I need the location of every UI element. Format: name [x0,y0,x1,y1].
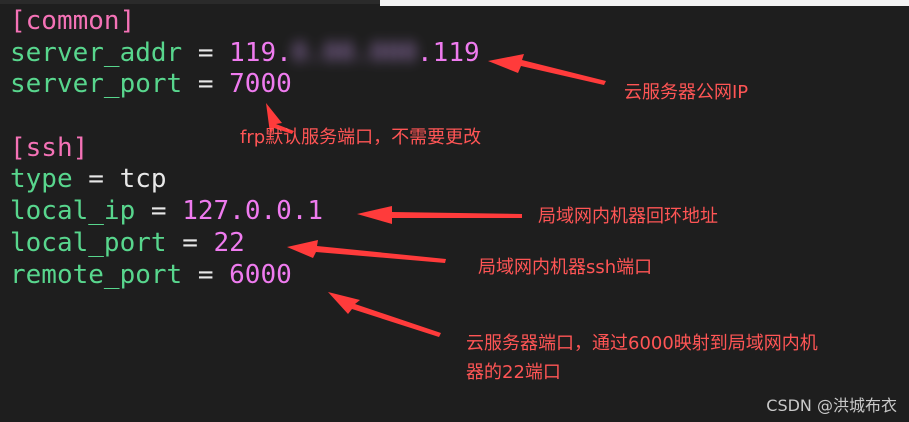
section-header-ssh: [ssh] [10,132,89,163]
arrow-public-ip [488,54,606,85]
line-remote-port: remote_port = 6000 [10,260,480,292]
annotation-remote-port-line2: 器的22端口 [466,362,561,383]
local-ip-value: 127.0.0.1 [182,196,324,227]
key-type: type [10,164,73,195]
terminal-window: [common] server_addr = 119.0.00.000.119 se… [0,0,909,422]
equals-sign: = [182,259,230,290]
equals-sign: = [135,196,183,227]
key-server-addr: server_addr [10,37,183,68]
local-port-value: 22 [213,227,245,258]
line-section-common: [common] [10,6,480,38]
equals-sign: = [166,227,214,258]
arrow-remote-port [328,292,441,337]
annotation-loopback: 局域网内机器回环地址 [538,206,718,227]
server-addr-value-end: .119 [417,37,480,68]
key-local-port: local_port [10,227,167,258]
remote-port-value: 6000 [229,259,292,290]
annotation-ssh-port: 局域网内机器ssh端口 [478,257,653,278]
key-remote-port: remote_port [10,259,183,290]
annotation-public-ip: 云服务器公网IP [624,82,749,103]
key-local-ip: local_ip [10,196,136,227]
equals-sign: = [72,164,120,195]
equals-sign: = [182,37,230,68]
line-server-addr: server_addr = 119.0.00.000.119 [10,38,480,70]
watermark: CSDN @洪城布衣 [766,396,897,415]
section-header-common: [common] [10,6,136,36]
type-value: tcp [119,164,167,195]
server-port-value: 7000 [229,69,292,100]
line-local-ip: local_ip = 127.0.0.1 [10,196,480,228]
server-addr-redacted: 0.00.000 [291,37,418,68]
equals-sign: = [182,69,230,100]
key-server-port: server_port [10,69,183,100]
line-server-port: server_port = 7000 [10,69,480,101]
annotation-default-port: frp默认服务端口，不需要更改 [240,127,482,148]
line-local-port: local_port = 22 [10,228,480,260]
server-addr-value-start: 119. [229,37,292,68]
annotation-remote-port-line1: 云服务器端口，通过6000映射到局域网内机 [466,333,818,354]
line-type: type = tcp [10,164,480,196]
